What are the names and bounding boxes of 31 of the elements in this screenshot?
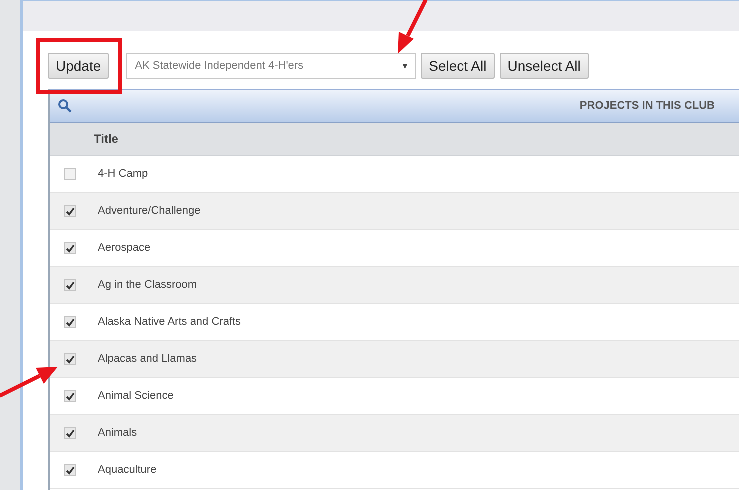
column-title: Title xyxy=(94,132,118,146)
project-title: Alaska Native Arts and Crafts xyxy=(98,316,242,328)
unselect-all-button[interactable]: Unselect All xyxy=(500,53,589,79)
checkbox[interactable] xyxy=(64,427,76,439)
table-row[interactable]: Adventure/Challenge xyxy=(50,193,739,230)
checkbox[interactable] xyxy=(64,242,76,254)
project-title: Animals xyxy=(98,427,138,439)
project-title: Animal Science xyxy=(98,390,174,402)
table-row[interactable]: Animals xyxy=(50,415,739,452)
table-row[interactable]: Ag in the Classroom xyxy=(50,267,739,304)
project-title: Ag in the Classroom xyxy=(98,279,198,291)
grid-title: PROJECTS IN THIS CLUB xyxy=(580,100,715,112)
checkbox[interactable] xyxy=(64,168,76,180)
project-title: Adventure/Challenge xyxy=(98,205,201,217)
update-button[interactable]: Update xyxy=(48,53,110,79)
checkbox[interactable] xyxy=(64,279,76,291)
checkbox[interactable] xyxy=(64,205,76,217)
project-title: Aquaculture xyxy=(98,464,157,476)
pointer-arrow xyxy=(0,367,58,398)
search-icon[interactable] xyxy=(58,99,72,113)
pointer-arrow xyxy=(398,0,428,54)
project-title: 4-H Camp xyxy=(98,168,148,180)
checkbox[interactable] xyxy=(64,316,76,328)
checkbox[interactable] xyxy=(64,390,76,402)
club-select[interactable]: AK Statewide Independent 4-H'ers ▼ xyxy=(126,53,416,79)
project-title: Aerospace xyxy=(98,242,151,254)
project-title: Alpacas and Llamas xyxy=(98,353,198,365)
table-row[interactable]: Alpacas and Llamas xyxy=(50,341,739,378)
select-all-button[interactable]: Select All xyxy=(421,53,495,79)
checkbox[interactable] xyxy=(64,464,76,476)
checkbox[interactable] xyxy=(64,353,76,365)
